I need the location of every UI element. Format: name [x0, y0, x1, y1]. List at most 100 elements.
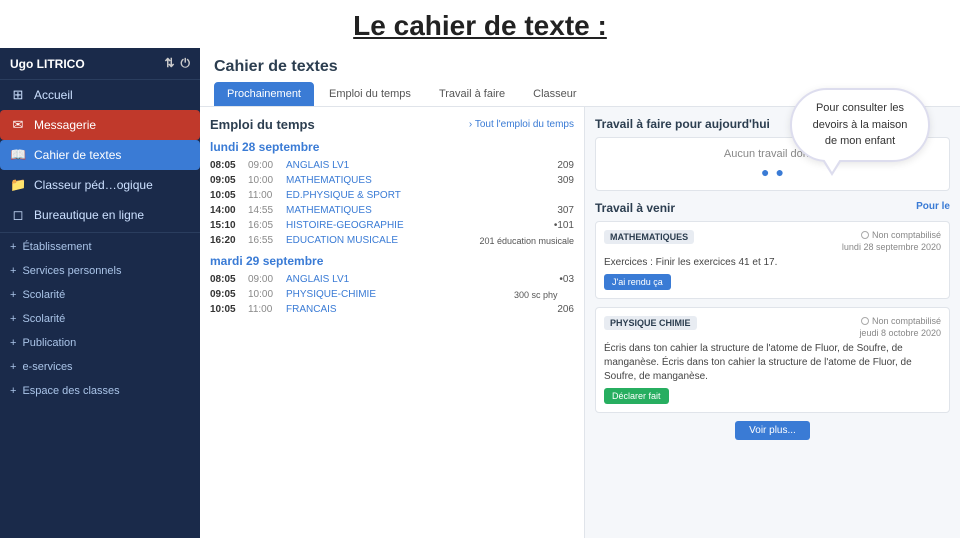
j-ai-rendu-button[interactable]: J'ai rendu ça [604, 274, 671, 290]
dot-icon: ● [761, 164, 769, 180]
work-card-1: MATHEMATIQUES Non comptabilisé lundi 28 … [595, 221, 950, 299]
work-date: lundi 28 septembre 2020 [842, 242, 941, 252]
sidebar-section-label: e-services [22, 361, 72, 373]
sidebar-section-scolarite2[interactable]: + Scolarité [0, 307, 200, 331]
time-end: 10:00 [248, 175, 280, 186]
sidebar-power-icon[interactable]: ⏻ [181, 56, 191, 71]
plus-icon: + [10, 337, 16, 349]
time-end: 09:00 [248, 274, 280, 285]
sidebar-item-messagerie[interactable]: ✉ Messagerie [0, 110, 200, 140]
cloud-callout: Pour consulter les devoirs à la maison d… [790, 88, 930, 162]
sidebar-item-label: Cahier de textes [34, 148, 121, 162]
work-date: jeudi 8 octobre 2020 [859, 328, 941, 338]
tab-travail[interactable]: Travail à faire [426, 82, 518, 106]
sidebar-item-label: Bureautique en ligne [34, 208, 144, 222]
sidebar-username: Ugo LITRICO [10, 57, 85, 71]
sidebar-item-classeur[interactable]: 📁 Classeur péd…ogique [0, 170, 200, 200]
sidebar-section-etablissement[interactable]: + Établissement [0, 235, 200, 259]
table-row: 08:05 09:00 ANGLAIS LV1 •03 [210, 272, 574, 287]
time-start: 16:20 [210, 235, 242, 246]
plus-icon: + [10, 289, 16, 301]
cloud-callout-text: Pour consulter les devoirs à la maison d… [813, 102, 908, 147]
time-end: 11:00 [248, 304, 280, 315]
time-start: 10:05 [210, 304, 242, 315]
work-text: Écris dans ton cahier la structure de l'… [604, 342, 941, 384]
sidebar-header: Ugo LITRICO ⇅ ⏻ [0, 48, 200, 80]
content-body: Emploi du temps › Tout l'emploi du temps… [200, 107, 960, 538]
time-end: 16:55 [248, 235, 280, 246]
time-start: 09:05 [210, 175, 242, 186]
dot-icon: ● [776, 164, 784, 180]
time-start: 15:10 [210, 220, 242, 231]
sidebar-section-publication[interactable]: + Publication [0, 331, 200, 355]
sidebar-item-label: Classeur péd…ogique [34, 178, 153, 192]
coming-link[interactable]: Pour le [916, 201, 950, 212]
sidebar-section-espace[interactable]: + Espace des classes [0, 379, 200, 403]
right-panel: Travail à faire pour aujourd'hui Aucun t… [585, 107, 960, 538]
plus-icon: + [10, 241, 16, 253]
work-text: Exercices : Finir les exercices 41 et 17… [604, 256, 941, 270]
subject-name: FRANCAIS [286, 304, 540, 315]
sidebar-section-label: Scolarité [22, 289, 65, 301]
panel-link[interactable]: › Tout l'emploi du temps [469, 119, 574, 130]
card-meta: Non comptabilisé lundi 28 septembre 2020 [842, 230, 941, 252]
room-num: 309 [546, 175, 574, 186]
time-start: 08:05 [210, 160, 242, 171]
folder-icon: 📁 [10, 177, 26, 193]
sidebar-header-icons: ⇅ ⏻ [164, 56, 190, 71]
sidebar-section-label: Scolarité [22, 313, 65, 325]
sidebar-section-scolarite1[interactable]: + Scolarité [0, 283, 200, 307]
tab-prochainement[interactable]: Prochainement [214, 82, 314, 106]
content-area: Pour consulter les devoirs à la maison d… [200, 48, 960, 538]
sidebar-section-eservices[interactable]: + e-services [0, 355, 200, 379]
tab-emploi[interactable]: Emploi du temps [316, 82, 424, 106]
day-header-2: mardi 29 septembre [210, 254, 574, 268]
plus-icon: + [10, 313, 16, 325]
subject-name: MATHEMATIQUES [286, 175, 540, 186]
work-card-2: PHYSIQUE CHIMIE Non comptabilisé jeudi 8… [595, 307, 950, 413]
sidebar-edit-icon[interactable]: ⇅ [164, 56, 174, 71]
sidebar-item-accueil[interactable]: ⊞ Accueil [0, 80, 200, 110]
sidebar-section-label: Espace des classes [22, 385, 119, 397]
room-num: 206 [546, 304, 574, 315]
room-num: 209 [546, 160, 574, 171]
status-text: Non comptabilisé [872, 230, 941, 240]
status-circle-icon [861, 317, 869, 325]
left-panel: Emploi du temps › Tout l'emploi du temps… [200, 107, 585, 538]
room-num: 307 [546, 205, 574, 216]
sidebar-item-cahier[interactable]: 📖 Cahier de textes [0, 140, 200, 170]
subject-name: HISTOIRE-GEOGRAPHIE [286, 220, 540, 231]
card-meta: Non comptabilisé jeudi 8 octobre 2020 [859, 316, 941, 338]
table-row: 09:05 10:00 MATHEMATIQUES 309 [210, 173, 574, 188]
page-title-area: Le cahier de texte : [0, 0, 960, 48]
sidebar-section-services[interactable]: + Services personnels [0, 259, 200, 283]
status-badge: Non comptabilisé [861, 230, 941, 240]
plus-icon: + [10, 265, 16, 277]
status-circle-icon [861, 231, 869, 239]
sidebar-section-label: Publication [22, 337, 76, 349]
main-layout: Ugo LITRICO ⇅ ⏻ ⊞ Accueil ✉ Messagerie 📖… [0, 48, 960, 538]
table-row: 16:20 16:55 EDUCATION MUSICALE 201 éduca… [210, 233, 574, 248]
book-icon: 📖 [10, 147, 26, 163]
grid-icon: ⊞ [10, 87, 26, 103]
time-start: 14:00 [210, 205, 242, 216]
time-end: 09:00 [248, 160, 280, 171]
subject-badge: PHYSIQUE CHIMIE [604, 316, 697, 330]
coming-work-title: Travail à venir Pour le [595, 201, 950, 215]
subject-name: ED.PHYSIQUE & SPORT [286, 190, 540, 201]
declarer-fait-button[interactable]: Déclarer fait [604, 388, 669, 404]
sidebar-item-bureautique[interactable]: ◻ Bureautique en ligne [0, 200, 200, 230]
page-title: Le cahier de texte : [353, 10, 607, 41]
sidebar-divider [0, 232, 200, 233]
room-note: 300 sc phy [514, 290, 574, 300]
table-row: 10:05 11:00 FRANCAIS 206 [210, 302, 574, 317]
table-row: 14:00 14:55 MATHEMATIQUES 307 [210, 203, 574, 218]
room-num: •101 [546, 220, 574, 231]
time-start: 09:05 [210, 289, 242, 300]
voir-plus-button[interactable]: Voir plus... [735, 421, 810, 440]
tab-classeur[interactable]: Classeur [520, 82, 589, 106]
content-header-title: Cahier de textes [214, 58, 946, 76]
time-start: 08:05 [210, 274, 242, 285]
plus-icon: + [10, 385, 16, 397]
sidebar-section-label: Services personnels [22, 265, 121, 277]
